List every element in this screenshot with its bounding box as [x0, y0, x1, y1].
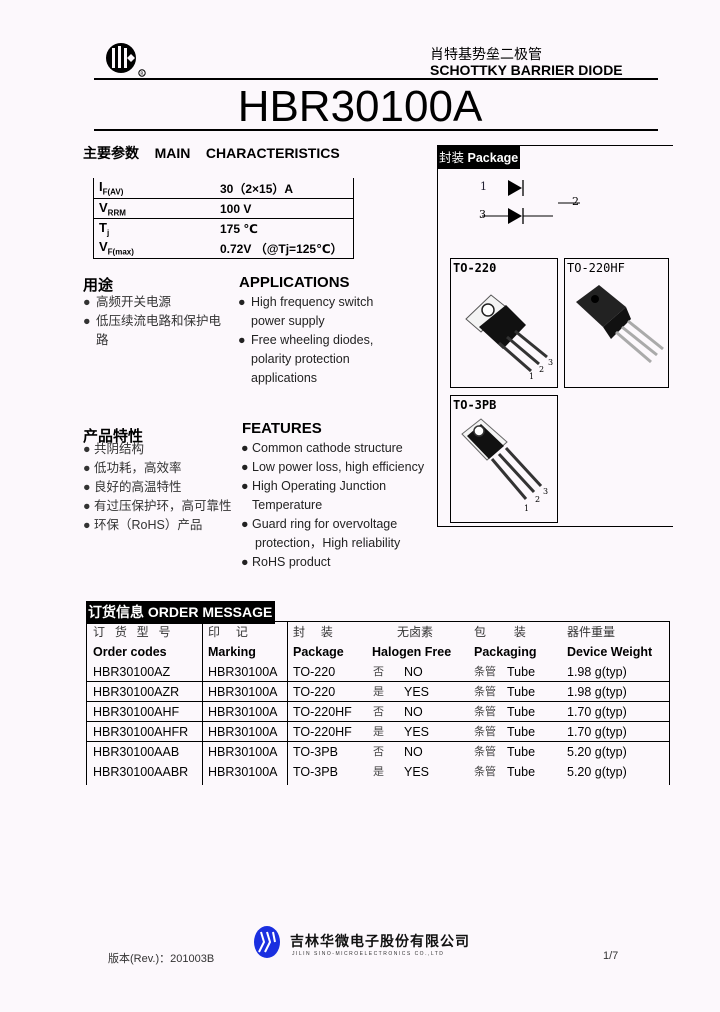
list-item: ● High frequency switch — [238, 293, 428, 312]
features-list-cn: ● 共阴结构 ● 低功耗，高效率 ● 良好的高温特性 ● 有过压保护环，高可靠性 ● 环保… — [83, 440, 238, 535]
registered-mark: R — [140, 71, 143, 77]
page-number: 1/7 — [603, 950, 619, 962]
to3pb-package-icon: 1 2 3 — [461, 418, 548, 513]
list-item: ● 高频开关电源 — [83, 293, 233, 312]
table-row: HBR30100AHFR HBR30100A TO-220HF 是 YES 条管… — [87, 722, 669, 742]
to220-package-icon: 1 2 3 — [465, 294, 553, 381]
package-label: 封装 Package — [437, 145, 521, 169]
pin-1-label: 1 — [480, 180, 487, 193]
svg-text:2: 2 — [539, 365, 544, 374]
heading-cn: 主要参数 — [83, 145, 139, 161]
applications-heading-cn: 用途 — [83, 277, 114, 294]
package-card-to3pb: TO-3PB 1 2 3 — [450, 395, 558, 523]
char-symbol: Tj — [99, 219, 110, 238]
main-characteristics-heading: 主要参数 MAIN CHARACTERISTICS — [83, 143, 340, 163]
footer-company-name-en: JILIN SINO-MICROELECTRONICS CO.,LTD — [292, 951, 445, 957]
list-item-continuation: power supply — [251, 314, 325, 328]
char-value: 0.72V （@Tj=125℃） — [220, 241, 343, 256]
table-header-cn: 订 货 型 号 印 记 封 装 无卤素 包 装 器件重量 — [93, 625, 616, 639]
characteristics-table: IF(AV) 30（2×15）A VRRM 100 V Tj 175 ℃ VF(… — [93, 178, 354, 259]
bullet-icon: ● — [83, 518, 91, 532]
part-number-title: HBR30100A — [237, 82, 483, 131]
header-divider — [94, 78, 658, 80]
title-divider — [94, 129, 658, 131]
footer-company-name-cn: 吉林华微电子股份有限公司 — [290, 933, 470, 949]
table-row: HBR30100AZR HBR30100A TO-220 是 YES 条管 Tu… — [87, 682, 669, 702]
pin-2-label: 2 — [572, 195, 579, 208]
table-row: HBR30100AHF HBR30100A TO-220HF 否 NO 条管 T… — [87, 702, 669, 722]
svg-text:2: 2 — [535, 495, 540, 504]
char-row: VRRM 100 V — [94, 198, 353, 218]
bullet-icon: ● — [241, 555, 249, 569]
revision-label: 版本(Rev.)：201003B — [108, 953, 215, 965]
svg-text:3: 3 — [548, 358, 553, 367]
to220hf-package-icon — [576, 285, 664, 364]
list-item: ● 环保（RoHS）产品 — [83, 516, 238, 535]
bullet-icon: ● — [83, 480, 91, 494]
svg-text:1: 1 — [524, 504, 529, 513]
bullet-icon: ● — [238, 333, 246, 347]
applications-heading-en: APPLICATIONS — [239, 274, 350, 291]
svg-text:1: 1 — [529, 372, 534, 381]
list-item: ● 有过压保护环，高可靠性 — [83, 497, 238, 516]
char-row: VF(max) 0.72V （@Tj=125℃） — [94, 238, 353, 258]
char-row: Tj 175 ℃ — [94, 218, 353, 238]
char-symbol: IF(AV) — [99, 179, 124, 197]
footer-company-logo-icon — [252, 924, 282, 960]
list-item-continuation: 路 — [96, 333, 109, 347]
table-row: HBR30100AZ HBR30100A TO-220 否 NO 条管 Tube… — [87, 662, 669, 682]
list-item: ● Free wheeling diodes, — [238, 331, 428, 350]
bullet-icon: ● — [83, 442, 91, 456]
bullet-icon: ● — [241, 517, 249, 531]
package-name: TO-220HF — [567, 261, 625, 275]
bullet-icon: ● — [241, 479, 249, 493]
subtitle-english: SCHOTTKY BARRIER DIODE — [430, 62, 623, 78]
svg-text:3: 3 — [543, 487, 548, 496]
list-item: ● 良好的高温特性 — [83, 478, 238, 497]
package-name: TO-3PB — [453, 398, 497, 412]
list-item: ● RoHS product — [241, 553, 441, 572]
char-value: 30（2×15）A — [220, 181, 294, 196]
list-item: ● Common cathode structure — [241, 439, 441, 458]
list-item-continuation: Temperature — [252, 498, 323, 512]
list-item-continuation: polarity protection — [251, 352, 350, 366]
package-name: TO-220 — [453, 261, 497, 275]
char-symbol: VF(max) — [99, 239, 134, 257]
list-item: ● High Operating Junction — [241, 477, 441, 496]
char-value: 175 ℃ — [220, 221, 258, 236]
bullet-icon: ● — [83, 314, 91, 328]
package-card-to220hf: TO-220HF — [564, 258, 669, 388]
table-row: HBR30100AAB HBR30100A TO-3PB 否 NO 条管 Tub… — [93, 745, 627, 759]
order-table: 订 货 型 号 印 记 封 装 无卤素 包 装 器件重量 Order codes… — [86, 621, 670, 785]
bullet-icon: ● — [241, 460, 249, 474]
list-item-continuation: applications — [251, 371, 318, 385]
bullet-icon: ● — [83, 461, 91, 475]
char-row: IF(AV) 30（2×15）A — [94, 178, 353, 198]
char-value: 100 V — [220, 201, 252, 216]
bullet-icon: ● — [241, 441, 249, 455]
bullet-icon: ● — [83, 295, 91, 309]
applications-list-en: ● High frequency switch power supply ● Fre… — [238, 293, 428, 388]
bullet-icon: ● — [238, 295, 246, 309]
heading-en: MAIN CHARACTERISTICS — [154, 145, 340, 161]
list-item: ● Guard ring for overvoltage — [241, 515, 441, 534]
applications-list-cn: ● 高频开关电源 ● 低压续流电路和保护电 路 — [83, 293, 233, 350]
table-header-en: Order codes Marking Package Halogen Free… — [93, 645, 653, 659]
list-item: ● Low power loss, high efficiency — [241, 458, 441, 477]
features-list-en: ● Common cathode structure ● Low power los… — [241, 439, 441, 572]
list-item: ● 低压续流电路和保护电 — [83, 312, 233, 331]
list-item: ● 低功耗，高效率 — [83, 459, 238, 478]
pin-3-label: 3 — [479, 208, 486, 221]
subtitle-chinese: 肖特基势垒二极管 — [430, 47, 542, 63]
list-item: ● 共阴结构 — [83, 440, 238, 459]
company-logo-icon: R — [104, 42, 148, 78]
bullet-icon: ● — [83, 499, 91, 513]
char-symbol: VRRM — [99, 199, 126, 218]
table-row: HBR30100AABR HBR30100A TO-3PB 是 YES 条管 T… — [93, 765, 627, 779]
list-item-continuation: protection，High reliability — [255, 536, 401, 550]
features-heading-en: FEATURES — [242, 420, 322, 437]
package-card-to220: TO-220 1 2 3 — [450, 258, 558, 388]
